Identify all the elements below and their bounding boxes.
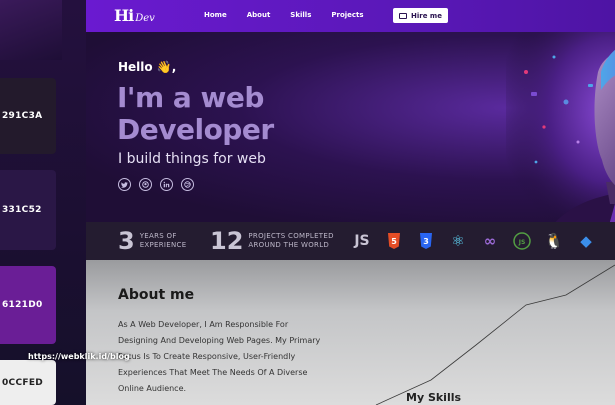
mail-icon: [399, 12, 408, 19]
twitter-icon[interactable]: [118, 178, 131, 191]
color-swatch-column: 291C3A 331C52 6121D0 0CCFED: [0, 0, 62, 405]
swatch-2-hex: 331C52: [2, 205, 42, 215]
developer-portrait-illustration: [506, 32, 615, 254]
react-icon: ⚛: [451, 232, 465, 250]
headline-line-1: I'm a web: [117, 81, 264, 114]
nav-link-skills[interactable]: Skills: [290, 11, 311, 19]
nav-link-about[interactable]: About: [247, 11, 271, 19]
stage: 291C3A 331C52 6121D0 0CCFED Hi Dev Home A…: [0, 0, 615, 405]
swatch-4[interactable]: 0CCFED: [0, 360, 56, 405]
about-paragraph: As A Web Developer, I Am Responsible For…: [118, 320, 321, 393]
hire-me-label: Hire me: [411, 11, 442, 20]
headline-line-2: Developer: [117, 113, 274, 146]
headline: I'm a web Developer: [117, 82, 274, 146]
logo-text: Dev: [135, 13, 155, 24]
tagline: I build things for web: [118, 151, 266, 167]
redux-icon: ∞: [483, 232, 497, 250]
swatch-1[interactable]: 291C3A: [0, 78, 56, 154]
stat-experience-label-1: YEARS OF: [139, 232, 177, 240]
stat-projects-number: 12: [210, 227, 244, 255]
hire-me-button[interactable]: Hire me: [393, 8, 448, 23]
stat-projects-label-1: PROJECTS COMPLETED: [248, 232, 334, 240]
social-links: [118, 178, 194, 191]
github-icon[interactable]: [139, 178, 152, 191]
css3-icon: 3: [416, 231, 436, 251]
swatch-2[interactable]: 331C52: [0, 170, 56, 250]
vscode-icon: ◆: [580, 232, 592, 250]
svg-text:5: 5: [391, 237, 397, 246]
about-decor-line: [375, 264, 615, 405]
linux-icon: 🐧: [544, 232, 564, 250]
svg-text:3: 3: [423, 237, 429, 246]
swatch-streak: [0, 0, 62, 60]
stat-projects: 12 PROJECTS COMPLETED AROUND THE WORLD: [210, 227, 334, 255]
navbar: Hi Dev Home About Skills Projects Hire me: [86, 0, 615, 32]
swatch-1-hex: 291C3A: [2, 111, 43, 121]
swatch-3[interactable]: 6121D0: [0, 266, 56, 344]
stats-strip: 3 YEARS OF EXPERIENCE 12 PROJECTS COMPLET…: [86, 222, 615, 260]
stat-projects-label: PROJECTS COMPLETED AROUND THE WORLD: [248, 232, 333, 250]
stat-experience: 3 YEARS OF EXPERIENCE: [118, 227, 186, 255]
js-icon: JS: [354, 233, 370, 249]
greeting: Hello 👋,: [118, 60, 177, 74]
about-section: About me As A Web Developer, I Am Respon…: [86, 260, 615, 405]
watermark-url: https://webklik.id/blog: [28, 352, 130, 361]
swatch-4-hex: 0CCFED: [2, 377, 44, 388]
stat-experience-label-2: EXPERIENCE: [139, 241, 187, 249]
svg-text:JS: JS: [518, 239, 526, 246]
nav-link-projects[interactable]: Projects: [331, 11, 363, 19]
html5-icon: 5: [384, 231, 404, 251]
my-skills-heading: My Skills: [406, 391, 462, 404]
stat-projects-label-2: AROUND THE WORLD: [248, 241, 330, 249]
logo[interactable]: Hi Dev: [114, 6, 155, 25]
nav-link-home[interactable]: Home: [204, 11, 227, 19]
stat-experience-number: 3: [118, 227, 135, 255]
swatch-3-hex: 6121D0: [2, 300, 43, 310]
hero-section: Hello 👋, I'm a web Developer I build thi…: [86, 32, 615, 254]
nav-links: Home About Skills Projects: [204, 11, 364, 19]
tech-icons: JS 5 3 ⚛ ∞ JS 🐧 ◆: [352, 231, 596, 251]
logo-mark: Hi: [114, 6, 134, 25]
linkedin-icon[interactable]: [160, 178, 173, 191]
stat-experience-label: YEARS OF EXPERIENCE: [140, 232, 187, 250]
dribbble-icon[interactable]: [181, 178, 194, 191]
nodejs-icon: JS: [512, 231, 532, 251]
about-title: About me: [118, 287, 195, 303]
